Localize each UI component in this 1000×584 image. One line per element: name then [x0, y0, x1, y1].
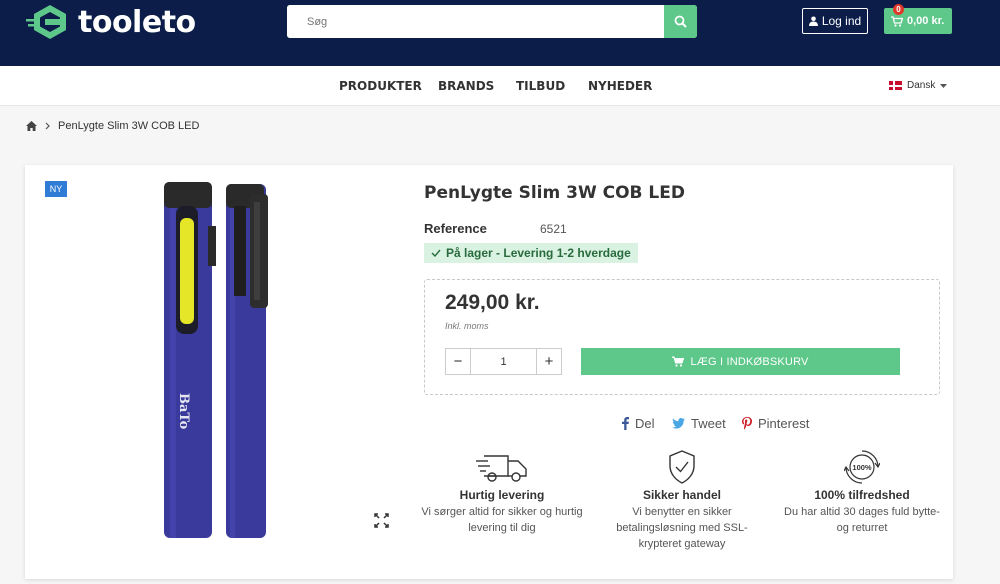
share-facebook[interactable]: Del [622, 416, 655, 431]
language-selector[interactable]: Dansk [889, 80, 948, 91]
product-image[interactable]: BaTo [160, 178, 290, 540]
search-bar [287, 5, 697, 38]
main-nav: PRODUKTER BRANDS TILBUD NYHEDER Dansk [0, 66, 1000, 106]
satisfaction-badge-text: 100% [852, 463, 872, 472]
feature-description: Du har altid 30 dages fuld bytte- og ret… [784, 506, 940, 534]
pinterest-icon [742, 417, 752, 430]
quantity-decrease-button[interactable]: − [446, 349, 471, 374]
feature-title: 100% tilfredshed [814, 488, 910, 502]
nav-item-brands[interactable]: BRANDS [438, 79, 494, 93]
reference-label: Reference [424, 221, 487, 236]
nav-item-produkter[interactable]: PRODUKTER [339, 79, 422, 93]
shield-check-icon [669, 450, 695, 484]
feature-title: Sikker handel [642, 488, 722, 502]
quantity-input[interactable]: 1 [471, 349, 536, 374]
delivery-truck-icon [476, 455, 527, 482]
share-twitter[interactable]: Tweet [672, 416, 726, 431]
search-button[interactable] [664, 5, 697, 38]
product-brand-text: BaTo [176, 393, 191, 430]
add-to-cart-button[interactable]: LÆG I INDKØBSKURV [581, 348, 900, 375]
feature-fast-delivery: Hurtig levering Vi sørger altid for sikk… [417, 448, 587, 536]
quantity-increase-button[interactable]: + [536, 349, 561, 374]
site-logo[interactable]: tooleto [26, 3, 196, 41]
feature-secure-trade: Sikker handel Vi benytter en sikker beta… [597, 448, 767, 552]
caret-down-icon [940, 83, 948, 88]
share-pinterest[interactable]: Pinterest [742, 416, 809, 431]
shopping-cart-icon [672, 356, 685, 367]
add-to-cart-label: LÆG I INDKØBSKURV [690, 355, 809, 368]
product-title: PenLygte Slim 3W COB LED [424, 183, 685, 203]
product-price: 249,00 kr. [445, 291, 540, 314]
feature-title: Hurtig levering [459, 488, 545, 502]
price-tax-note: Inkl. moms [445, 321, 489, 331]
nav-item-nyheder[interactable]: NYHEDER [588, 79, 652, 93]
stock-text: På lager - Levering 1-2 hverdage [446, 246, 631, 260]
satisfaction-badge-icon: 100% [844, 450, 880, 484]
cart-total: 0,00 kr. [907, 15, 945, 27]
login-label: Log ind [821, 14, 862, 28]
danish-flag-icon [889, 81, 902, 90]
search-input[interactable] [287, 5, 664, 38]
quantity-stepper: − 1 + [445, 348, 562, 375]
home-icon[interactable] [26, 121, 37, 131]
breadcrumb: PenLygte Slim 3W COB LED [26, 120, 199, 132]
logo-text: tooleto [78, 4, 196, 40]
language-label: Dansk [907, 80, 936, 91]
breadcrumb-current: PenLygte Slim 3W COB LED [58, 120, 200, 132]
site-header: tooleto Log ind 0,00 kr. 0 [0, 0, 1000, 66]
feature-satisfaction: 100% 100% tilfredshed Du har altid 30 da… [777, 448, 947, 536]
shopping-cart-icon [891, 15, 903, 27]
user-icon [808, 16, 818, 26]
share-twitter-label: Tweet [691, 416, 726, 431]
check-icon [431, 249, 441, 257]
twitter-icon [672, 418, 685, 429]
feature-description: Vi benytter en sikker betalingsløsning m… [616, 506, 748, 550]
nav-item-tilbud[interactable]: TILBUD [516, 79, 565, 93]
share-pinterest-label: Pinterest [758, 416, 810, 431]
chevron-right-icon [45, 122, 50, 130]
feature-description: Vi sørger altid for sikker og hurtig lev… [421, 506, 583, 534]
expand-icon[interactable] [373, 512, 390, 529]
cart-count-badge: 0 [893, 4, 904, 15]
reference-value: 6521 [540, 222, 567, 236]
facebook-icon [622, 417, 629, 430]
search-icon [674, 15, 687, 28]
new-badge: NY [45, 181, 67, 197]
share-facebook-label: Del [635, 416, 655, 431]
login-button[interactable]: Log ind [802, 8, 868, 34]
stock-status-badge: På lager - Levering 1-2 hverdage [424, 243, 638, 263]
logo-icon [26, 5, 66, 39]
